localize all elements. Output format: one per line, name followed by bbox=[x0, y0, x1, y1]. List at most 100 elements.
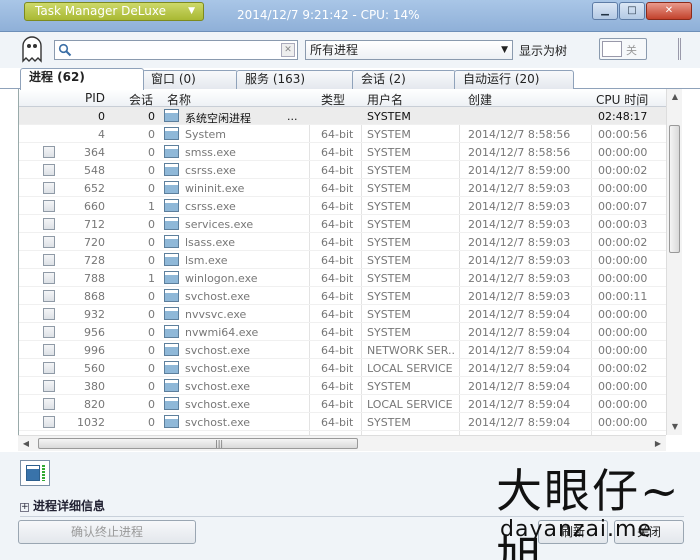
close-window-button[interactable]: ✕ bbox=[646, 2, 692, 20]
table-row[interactable]: 932 0 nvvsvc.exe 64-bit SYSTEM 2014/12/7 8:59… bbox=[19, 305, 666, 323]
name-cell: svchost.exe bbox=[185, 398, 251, 411]
name-cell: csrss.exe bbox=[185, 164, 236, 177]
scroll-up-icon[interactable]: ▲ bbox=[667, 89, 683, 105]
row-checkbox[interactable] bbox=[43, 416, 55, 428]
clear-search-icon[interactable]: ✕ bbox=[281, 43, 295, 57]
cpu-time-cell: 00:00:00 bbox=[598, 146, 648, 159]
process-icon bbox=[164, 289, 179, 302]
process-icon bbox=[164, 415, 179, 428]
tab-sessions[interactable]: 会话 (2) bbox=[352, 70, 456, 89]
refresh-button[interactable]: 刷新 bbox=[538, 520, 608, 544]
app-menu-button[interactable]: Task Manager DeLuxe ▼ bbox=[24, 2, 204, 21]
tab-processes[interactable]: 进程 (62) bbox=[20, 68, 144, 90]
header-type[interactable]: 类型 bbox=[321, 91, 345, 108]
tab-windows[interactable]: 窗口 (0) bbox=[142, 70, 238, 89]
table-row[interactable]: 788 1 winlogon.exe 64-bit SYSTEM 2014/12/7 8:… bbox=[19, 269, 666, 287]
table-row[interactable]: 712 0 services.exe 64-bit SYSTEM 2014/12/7 8:… bbox=[19, 215, 666, 233]
more-icon[interactable]: ... bbox=[287, 110, 298, 123]
table-row[interactable]: 996 0 svchost.exe 64-bit NETWORK SER... 2014/… bbox=[19, 341, 666, 359]
session-cell: 0 bbox=[148, 218, 155, 231]
name-cell: csrss.exe bbox=[185, 200, 236, 213]
session-cell: 0 bbox=[148, 290, 155, 303]
table-row[interactable]: 956 0 nvwmi64.exe 64-bit SYSTEM 2014/12/7 8:5… bbox=[19, 323, 666, 341]
scroll-right-icon[interactable]: ▶ bbox=[650, 436, 666, 452]
close-button[interactable]: 关闭 bbox=[614, 520, 684, 544]
table-row[interactable]: 720 0 lsass.exe 64-bit SYSTEM 2014/12/7 8:59:… bbox=[19, 233, 666, 251]
table-row[interactable]: 1032 0 svchost.exe 64-bit SYSTEM 2014/12/7 8:… bbox=[19, 413, 666, 431]
horizontal-scrollbar[interactable]: ◀ ||| ▶ bbox=[18, 435, 666, 451]
minimize-button[interactable]: ▁ bbox=[592, 2, 618, 20]
row-checkbox[interactable] bbox=[43, 254, 55, 266]
vertical-scroll-thumb[interactable] bbox=[669, 125, 680, 253]
process-filter-select[interactable]: 所有进程 ▼ bbox=[305, 40, 513, 60]
horizontal-scroll-thumb[interactable]: ||| bbox=[38, 438, 358, 449]
created-cell: 2014/12/7 8:59:03 bbox=[468, 218, 571, 231]
session-cell: 0 bbox=[148, 308, 155, 321]
row-checkbox[interactable] bbox=[43, 146, 55, 158]
row-checkbox[interactable] bbox=[43, 326, 55, 338]
header-created[interactable]: 创建 bbox=[468, 91, 492, 108]
row-checkbox[interactable] bbox=[43, 344, 55, 356]
table-row[interactable]: 660 1 csrss.exe 64-bit SYSTEM 2014/12/7 8:59:… bbox=[19, 197, 666, 215]
table-row[interactable]: 4 0 System 64-bit SYSTEM 2014/12/7 8:58:56 00:… bbox=[19, 125, 666, 143]
scroll-down-icon[interactable]: ▼ bbox=[667, 419, 683, 435]
table-row[interactable]: 364 0 smss.exe 64-bit SYSTEM 2014/12/7 8:58:5… bbox=[19, 143, 666, 161]
pid-cell: 996 bbox=[84, 344, 105, 357]
kill-process-button[interactable]: 确认终止进程 bbox=[18, 520, 196, 544]
table-row[interactable]: 380 0 svchost.exe 64-bit SYSTEM 2014/12/7 8:5… bbox=[19, 377, 666, 395]
row-checkbox[interactable] bbox=[43, 398, 55, 410]
row-checkbox[interactable] bbox=[43, 362, 55, 374]
row-checkbox[interactable] bbox=[43, 236, 55, 248]
process-details-expander[interactable]: + 进程详细信息 bbox=[20, 497, 105, 514]
search-box[interactable]: ✕ bbox=[54, 40, 298, 60]
vertical-scrollbar[interactable]: ▲ ▼ bbox=[666, 89, 682, 435]
scroll-left-icon[interactable]: ◀ bbox=[18, 436, 34, 452]
row-checkbox[interactable] bbox=[43, 272, 55, 284]
row-checkbox[interactable] bbox=[43, 218, 55, 230]
tab-bar: 进程 (62) 窗口 (0) 服务 (163) 会话 (2) 自动运行 (20) bbox=[0, 68, 700, 90]
row-checkbox[interactable] bbox=[43, 380, 55, 392]
user-cell: LOCAL SERVICE bbox=[367, 362, 453, 375]
table-row[interactable]: 548 0 csrss.exe 64-bit SYSTEM 2014/12/7 8:59:… bbox=[19, 161, 666, 179]
header-cpu-time[interactable]: CPU 时间 bbox=[596, 91, 648, 108]
row-checkbox[interactable] bbox=[43, 182, 55, 194]
row-checkbox[interactable] bbox=[43, 164, 55, 176]
process-properties-icon[interactable] bbox=[20, 460, 50, 486]
ghost-icon[interactable] bbox=[20, 35, 44, 63]
app-menu-label: Task Manager DeLuxe bbox=[35, 4, 166, 18]
tab-services[interactable]: 服务 (163) bbox=[236, 70, 354, 89]
row-checkbox[interactable] bbox=[43, 308, 55, 320]
process-icon bbox=[164, 379, 179, 392]
search-input[interactable] bbox=[75, 43, 275, 57]
table-row[interactable]: 560 0 svchost.exe 64-bit LOCAL SERVICE 2014/1… bbox=[19, 359, 666, 377]
header-user[interactable]: 用户名 bbox=[367, 91, 403, 108]
table-row[interactable]: 728 0 lsm.exe 64-bit SYSTEM 2014/12/7 8:59:03… bbox=[19, 251, 666, 269]
user-cell: LOCAL SERVICE bbox=[367, 398, 453, 411]
user-cell: SYSTEM bbox=[367, 128, 411, 141]
name-cell: wininit.exe bbox=[185, 182, 245, 195]
maximize-button[interactable]: □ bbox=[619, 2, 645, 20]
pid-cell: 0 bbox=[98, 110, 105, 123]
session-cell: 0 bbox=[148, 164, 155, 177]
cpu-time-cell: 00:00:11 bbox=[598, 290, 648, 303]
session-cell: 0 bbox=[148, 380, 155, 393]
table-row[interactable]: 652 0 wininit.exe 64-bit SYSTEM 2014/12/7 8:5… bbox=[19, 179, 666, 197]
pid-cell: 1032 bbox=[77, 416, 105, 429]
tree-view-toggle[interactable]: 关 bbox=[599, 38, 647, 60]
tab-autorun[interactable]: 自动运行 (20) bbox=[454, 70, 574, 89]
header-name[interactable]: 名称 bbox=[167, 91, 191, 108]
tree-view-label: 显示为树 bbox=[519, 44, 568, 58]
row-checkbox[interactable] bbox=[43, 200, 55, 212]
bottom-panel: + 进程详细信息 确认终止进程 刷新 关闭 bbox=[0, 452, 700, 560]
table-row[interactable]: 0 0 系统空闲进程 SYSTEM 02:48:17... bbox=[19, 107, 666, 125]
table-row[interactable]: 868 0 svchost.exe 64-bit SYSTEM 2014/12/7 8:5… bbox=[19, 287, 666, 305]
header-session[interactable]: 会话 bbox=[129, 91, 153, 108]
created-cell: 2014/12/7 8:59:03 bbox=[468, 236, 571, 249]
session-cell: 0 bbox=[148, 236, 155, 249]
header-pid[interactable]: PID bbox=[85, 91, 105, 105]
process-icon bbox=[164, 181, 179, 194]
created-cell: 2014/12/7 8:58:56 bbox=[468, 128, 571, 141]
type-cell: 64-bit bbox=[321, 200, 354, 213]
row-checkbox[interactable] bbox=[43, 290, 55, 302]
table-row[interactable]: 820 0 svchost.exe 64-bit LOCAL SERVICE 2014/1… bbox=[19, 395, 666, 413]
